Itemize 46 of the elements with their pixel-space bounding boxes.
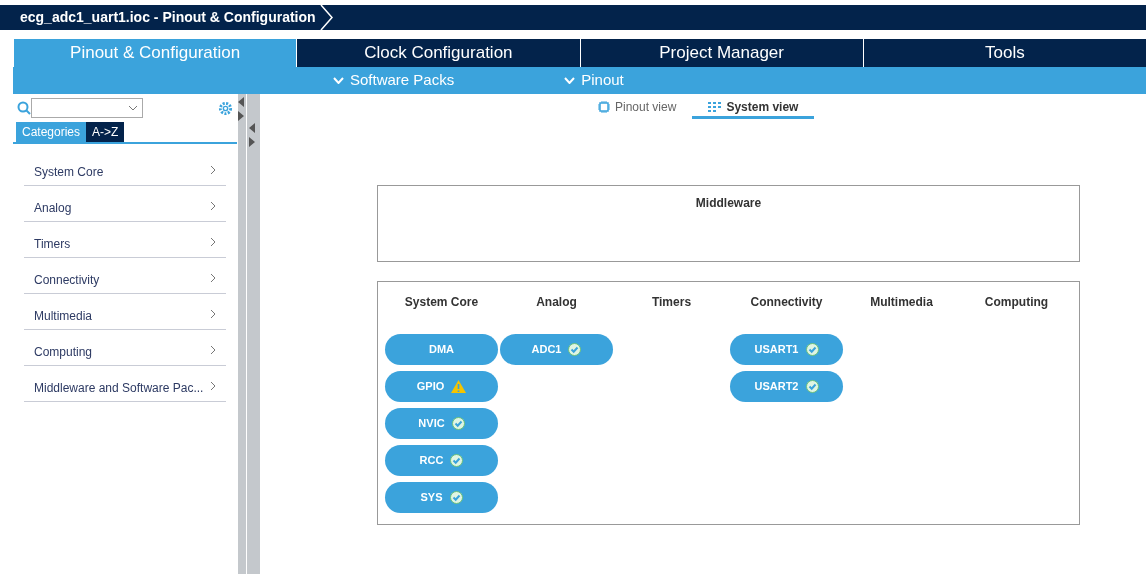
view-tab[interactable]: Pinout view	[582, 100, 693, 119]
check-icon	[805, 343, 819, 356]
category-item[interactable]: Multimedia	[24, 294, 226, 330]
category-title: Computing	[984, 294, 1049, 311]
view-tab[interactable]: System view	[692, 100, 815, 119]
collapse-arrows-icon[interactable]	[238, 96, 244, 121]
chevron-right-icon	[210, 165, 216, 175]
chevron-down-icon	[564, 77, 576, 84]
chip-icon	[598, 101, 610, 113]
check-icon	[451, 417, 465, 430]
category-item[interactable]: Middleware and Software Pac...	[24, 366, 226, 402]
category-item[interactable]: Computing	[24, 330, 226, 366]
check-icon	[805, 380, 819, 393]
category-title: Analog	[536, 294, 577, 311]
category-title: Multimedia	[870, 294, 933, 311]
chevron-down-icon	[128, 105, 138, 111]
middleware-title: Middleware	[694, 195, 763, 212]
category-title: Timers	[651, 294, 692, 311]
window-title: ecg_adc1_uart1.ioc - Pinout & Configuration	[19, 8, 316, 27]
search-dropdown[interactable]	[31, 98, 143, 118]
grid-icon	[708, 102, 722, 112]
check-icon	[568, 343, 582, 356]
chevron-right-icon	[210, 345, 216, 355]
chevron-right-icon	[210, 201, 216, 211]
check-icon	[449, 491, 463, 504]
warning-icon	[451, 380, 467, 393]
category-item[interactable]: Timers	[24, 222, 226, 258]
category-title: System Core	[404, 294, 479, 311]
main-tab[interactable]: Tools	[862, 39, 1146, 67]
chevron-right-icon	[210, 237, 216, 247]
chevron-right-icon	[210, 309, 216, 319]
settings-icon[interactable]	[218, 100, 233, 116]
check-icon	[450, 454, 464, 467]
list-tab[interactable]: A->Z	[86, 122, 125, 142]
breadcrumb-chevron-icon	[319, 5, 334, 30]
category-item[interactable]: System Core	[24, 150, 226, 186]
category-item[interactable]: Analog	[24, 186, 226, 222]
category-item[interactable]: Connectivity	[24, 258, 226, 294]
chevron-right-icon	[210, 273, 216, 283]
expand-arrows-icon[interactable]	[249, 122, 255, 147]
chevron-down-icon	[333, 77, 344, 84]
chevron-right-icon	[210, 381, 216, 391]
search-icon[interactable]	[17, 101, 31, 115]
main-tab[interactable]: Clock Configuration	[296, 39, 580, 67]
main-tab[interactable]: Project Manager	[579, 39, 863, 67]
category-title: Connectivity	[750, 294, 823, 311]
